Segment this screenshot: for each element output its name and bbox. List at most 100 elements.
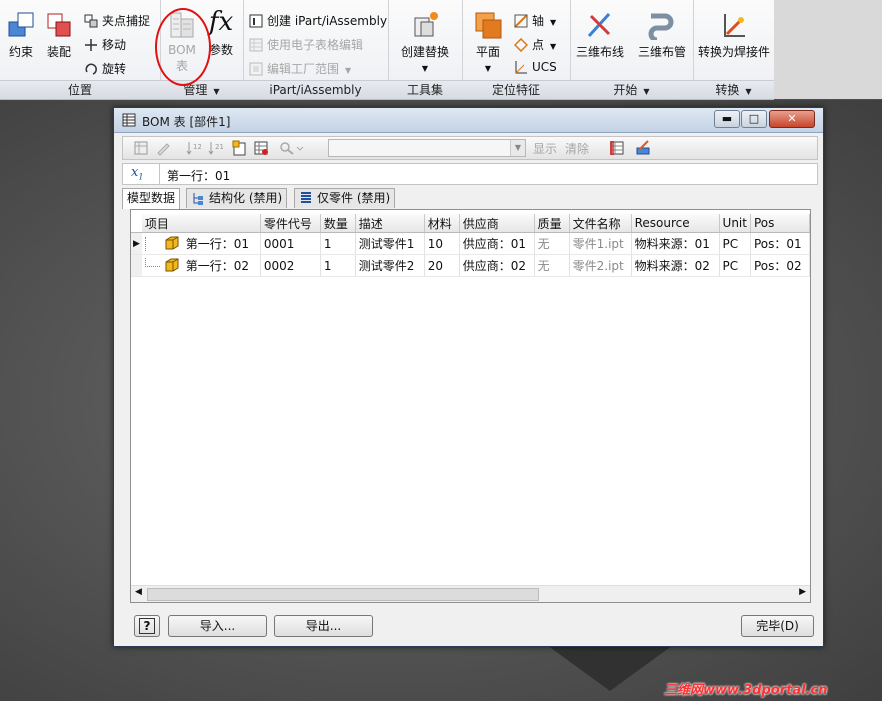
- part-number-cell[interactable]: 0001: [260, 232, 321, 255]
- bom-grid: 项目 零件代号 数量 描述 材料 供应商 质量 文件名称 Resource Un…: [130, 209, 811, 603]
- column-header-mass[interactable]: 质量: [534, 214, 570, 233]
- chevron-down-icon: ▼: [643, 87, 650, 96]
- assemble-button[interactable]: 装配: [42, 10, 76, 60]
- column-header-item[interactable]: 项目: [141, 214, 261, 233]
- svg-text:21: 21: [215, 143, 223, 151]
- sort-descending-icon[interactable]: 21: [207, 140, 223, 156]
- dialog-titlebar[interactable]: BOM 表 [部件1] ▬ □ ✕: [114, 108, 823, 133]
- create-substitute-label: 创建替换: [400, 45, 449, 59]
- column-header-description[interactable]: 描述: [355, 214, 425, 233]
- pos-cell[interactable]: Pos：02: [750, 254, 811, 277]
- export-button[interactable]: 导出...: [274, 615, 373, 637]
- help-button[interactable]: ?: [134, 615, 160, 637]
- create-ipart-button[interactable]: 创建 iPart/iAssembly: [249, 12, 387, 29]
- plane-button[interactable]: 平面 ▼: [468, 10, 508, 74]
- item-cell[interactable]: 第一行：01: [141, 232, 261, 255]
- column-chooser-icon[interactable]: [609, 140, 625, 156]
- item-label: 第一行：01: [185, 237, 250, 251]
- grip-snap-button[interactable]: 夹点捕捉: [84, 12, 150, 29]
- cable-harness-button[interactable]: 三维布线: [572, 10, 628, 60]
- bom-table: 项目 零件代号 数量 描述 材料 供应商 质量 文件名称 Resource Un…: [131, 214, 811, 277]
- structured-icon: [191, 191, 205, 205]
- panel-label-begin[interactable]: 开始 ▼: [570, 80, 693, 99]
- current-row-marker-icon: ▶: [131, 232, 142, 255]
- minimize-button[interactable]: ▬: [714, 110, 740, 128]
- resource-cell[interactable]: 物料来源：02: [631, 254, 720, 277]
- pos-cell[interactable]: Pos：01: [750, 232, 811, 255]
- column-header-file-name[interactable]: 文件名称: [569, 214, 632, 233]
- chevron-down-icon: ▼: [550, 18, 557, 27]
- import-button[interactable]: 导入...: [168, 615, 267, 637]
- edit-factory-button[interactable]: 编辑工厂范围 ▼: [249, 60, 351, 77]
- axis-button[interactable]: 轴 ▼: [514, 12, 556, 29]
- plane-icon: [475, 12, 502, 39]
- column-header-unit[interactable]: Unit: [719, 214, 751, 233]
- material-cell[interactable]: 10: [424, 232, 460, 255]
- part-number-cell[interactable]: 0002: [260, 254, 321, 277]
- convert-weldment-button[interactable]: 转换为焊接件: [695, 10, 773, 60]
- description-cell[interactable]: 测试零件1: [355, 232, 425, 255]
- unit-cell[interactable]: PC: [719, 254, 751, 277]
- unit-cell[interactable]: PC: [719, 232, 751, 255]
- ucs-icon: [514, 60, 528, 74]
- chevron-down-icon: ▼: [745, 87, 752, 96]
- quantity-cell[interactable]: 1: [320, 254, 356, 277]
- expression-icon: x1: [131, 165, 144, 182]
- material-cell[interactable]: 20: [424, 254, 460, 277]
- column-header-quantity[interactable]: 数量: [320, 214, 356, 233]
- vendor-cell[interactable]: 供应商：01: [459, 232, 535, 255]
- item-cell[interactable]: 第一行：02: [141, 254, 261, 277]
- maximize-button[interactable]: □: [741, 110, 767, 128]
- column-header-resource[interactable]: Resource: [631, 214, 720, 233]
- find-icon[interactable]: [279, 140, 305, 156]
- clear-button[interactable]: 清除: [565, 140, 589, 157]
- substitute-edit-icon[interactable]: [635, 140, 651, 156]
- export-table-icon[interactable]: [253, 140, 269, 156]
- vendor-cell[interactable]: 供应商：02: [459, 254, 535, 277]
- scroll-thumb[interactable]: [147, 588, 539, 601]
- horizontal-scrollbar[interactable]: ◀ ▶: [131, 585, 810, 602]
- panel-label-work-features: 定位特征: [462, 80, 570, 99]
- constrain-button[interactable]: 约束: [4, 10, 38, 60]
- done-button[interactable]: 完毕(D): [741, 615, 814, 637]
- help-icon: ?: [139, 618, 155, 634]
- table-row[interactable]: 第一行：02 0002 1 测试零件2 20 供应商：02 无 零件2.ipt …: [131, 254, 811, 277]
- close-button[interactable]: ✕: [769, 110, 815, 128]
- edit-icon[interactable]: [155, 140, 171, 156]
- view-select[interactable]: ▼: [328, 139, 526, 157]
- formula-value: 第一行：01: [167, 169, 231, 183]
- scroll-right-icon[interactable]: ▶: [799, 587, 806, 597]
- edit-spreadsheet-button[interactable]: 使用电子表格编辑: [249, 36, 363, 53]
- bom-view-icon[interactable]: [133, 140, 149, 156]
- item-override-icon[interactable]: [231, 140, 247, 156]
- formula-bar[interactable]: x1 第一行：01: [122, 163, 818, 185]
- panel-label-convert[interactable]: 转换 ▼: [693, 80, 774, 99]
- substitute-icon: [414, 12, 438, 37]
- column-header-part-number[interactable]: 零件代号: [260, 214, 321, 233]
- mass-cell: 无: [534, 254, 570, 277]
- tube-pipe-button[interactable]: 三维布管: [634, 10, 690, 60]
- description-cell[interactable]: 测试零件2: [355, 254, 425, 277]
- tab-parts-only[interactable]: 仅零件 (禁用): [294, 188, 396, 208]
- table-row[interactable]: ▶ 第一行：01 0001 1 测试零件1 10 供应商：01 无 零件1.ip…: [131, 232, 811, 255]
- file-name-cell: 零件2.ipt: [569, 254, 632, 277]
- ucs-button[interactable]: UCS: [514, 60, 557, 74]
- sort-ascending-icon[interactable]: 12: [185, 140, 201, 156]
- move-button[interactable]: 移动: [84, 36, 126, 53]
- point-button[interactable]: 点 ▼: [513, 36, 556, 53]
- tab-structured[interactable]: 结构化 (禁用): [186, 188, 288, 208]
- column-header-pos[interactable]: Pos: [750, 214, 811, 233]
- column-header-vendor[interactable]: 供应商: [459, 214, 535, 233]
- rotate-button[interactable]: 旋转: [84, 60, 126, 77]
- resource-cell[interactable]: 物料来源：01: [631, 232, 720, 255]
- cable-harness-label: 三维布线: [575, 45, 624, 59]
- show-button[interactable]: 显示: [533, 140, 557, 157]
- create-substitute-button[interactable]: 创建替换 ▼: [394, 10, 456, 74]
- row-selector[interactable]: [131, 254, 142, 277]
- table-header-row: 项目 零件代号 数量 描述 材料 供应商 质量 文件名称 Resource Un…: [131, 214, 811, 233]
- quantity-cell[interactable]: 1: [320, 232, 356, 255]
- scroll-left-icon[interactable]: ◀: [135, 587, 142, 597]
- bom-table-icon: [122, 113, 136, 127]
- tab-model-data[interactable]: 模型数据: [122, 188, 181, 209]
- column-header-material[interactable]: 材料: [424, 214, 460, 233]
